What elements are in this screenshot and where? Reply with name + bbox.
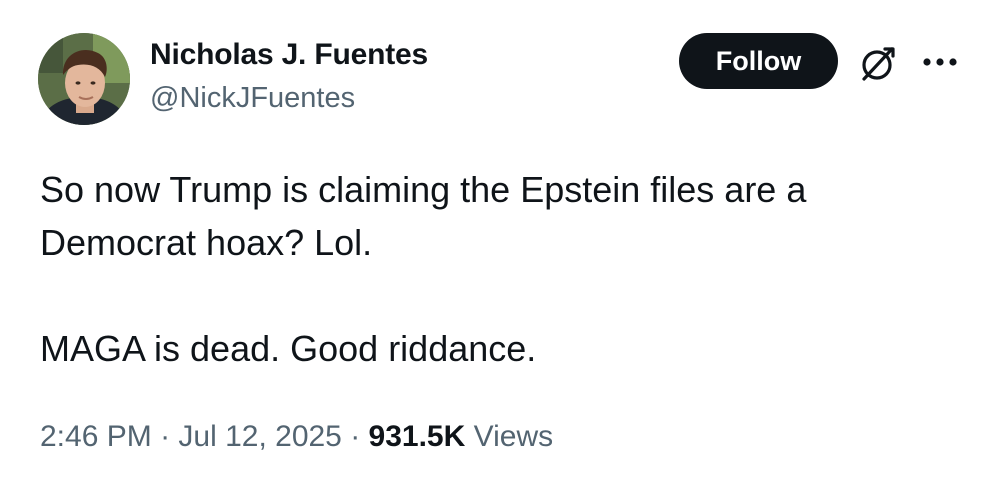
views-count[interactable]: 931.5K [369,420,466,453]
tweet-text: So now Trump is claiming the Epstein fil… [40,163,940,375]
tweet-text-line: So now Trump is claiming the Epstein fil… [40,169,807,210]
tweet-time[interactable]: 2:46 PM [40,420,152,453]
author-display-name[interactable]: Nicholas J. Fuentes [150,38,428,72]
follow-button[interactable]: Follow [679,33,838,89]
tweet-text-line: MAGA is dead. Good riddance. [40,328,537,369]
meta-separator: · [151,420,179,453]
grok-icon[interactable] [858,44,898,84]
tweet-date[interactable]: Jul 12, 2025 [178,420,341,453]
tweet-text-line: Democrat hoax? Lol. [40,222,373,263]
tweet-meta: 2:46 PM · Jul 12, 2025 · 931.5K Views [40,420,553,454]
author-handle[interactable]: @NickJFuentes [150,82,355,115]
tweet: Nicholas J. Fuentes @NickJFuentes Follow… [0,0,1000,497]
avatar[interactable] [38,33,130,125]
meta-separator: · [341,420,369,453]
views-label: Views [465,420,554,453]
more-icon[interactable] [920,55,960,69]
